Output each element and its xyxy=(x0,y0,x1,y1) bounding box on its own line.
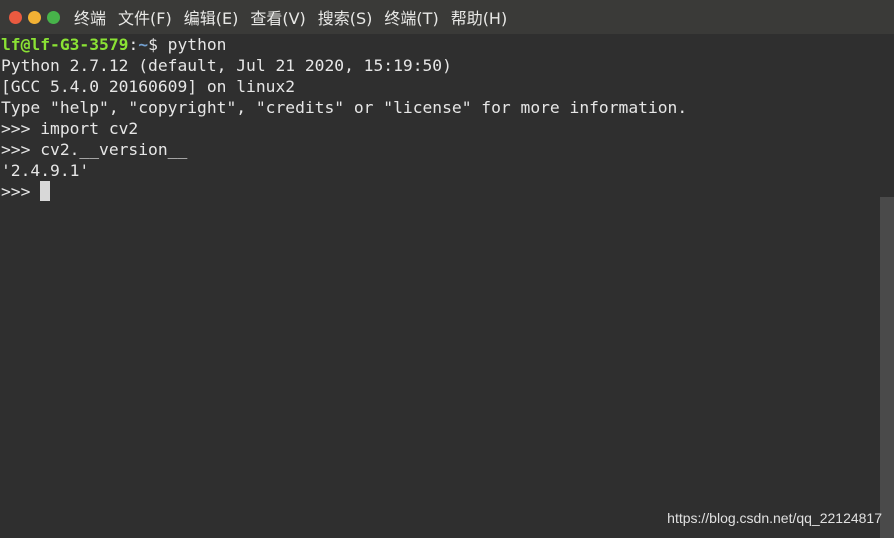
text-cursor xyxy=(40,181,51,201)
python-prompt: >>> xyxy=(1,182,41,201)
prompt-separator: : xyxy=(128,35,139,54)
prompt-symbol: $ xyxy=(148,35,168,54)
terminal-output[interactable]: lf@lf-G3-3579:~$ python Python 2.7.12 (d… xyxy=(0,34,880,538)
menu-terminal-app[interactable]: 终端 xyxy=(74,5,112,29)
current-prompt-line[interactable]: >>> xyxy=(1,181,51,202)
menu-edit[interactable]: 编辑(E) xyxy=(178,5,245,29)
close-window-button[interactable] xyxy=(9,10,22,24)
scrollbar-thumb[interactable] xyxy=(880,197,894,538)
window-titlebar: 终端 文件(F) 编辑(E) 查看(V) 搜索(S) 终端(T) 帮助(H) xyxy=(0,0,894,35)
shell-prompt-line: lf@lf-G3-3579:~$ python xyxy=(1,34,227,55)
menu-help[interactable]: 帮助(H) xyxy=(445,5,514,29)
output-line: Type "help", "copyright", "credits" or "… xyxy=(1,98,688,117)
output-line: '2.4.9.1' xyxy=(1,161,90,180)
menu-terminal[interactable]: 终端(T) xyxy=(378,5,444,29)
minimize-window-button[interactable] xyxy=(28,10,41,24)
output-line: >>> cv2.__version__ xyxy=(1,140,188,159)
maximize-window-button[interactable] xyxy=(47,10,60,24)
prompt-path: ~ xyxy=(138,35,149,54)
output-line: [GCC 5.4.0 20160609] on linux2 xyxy=(1,77,296,96)
watermark-text: https://blog.csdn.net/qq_22124817 xyxy=(667,510,882,526)
menu-view[interactable]: 查看(V) xyxy=(244,5,311,29)
menubar: 终端 文件(F) 编辑(E) 查看(V) 搜索(S) 终端(T) 帮助(H) xyxy=(74,5,513,29)
menu-search[interactable]: 搜索(S) xyxy=(312,5,379,29)
prompt-user: lf@lf-G3-3579 xyxy=(1,35,129,54)
prompt-command: python xyxy=(167,35,227,54)
output-line: Python 2.7.12 (default, Jul 21 2020, 15:… xyxy=(1,56,452,75)
output-line: >>> import cv2 xyxy=(1,119,139,138)
window-controls xyxy=(9,10,60,24)
menu-file[interactable]: 文件(F) xyxy=(112,5,178,29)
